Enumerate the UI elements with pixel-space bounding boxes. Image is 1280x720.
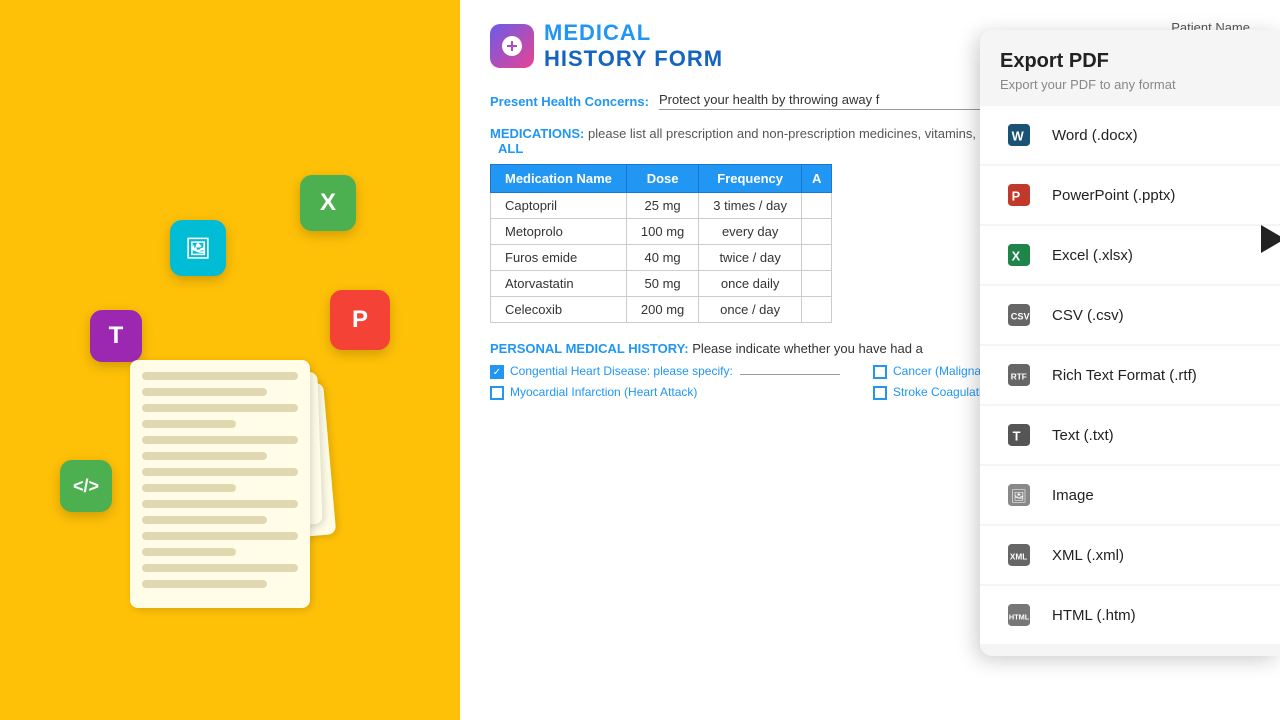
export-label-excel: Excel (.xlsx) xyxy=(1052,247,1133,264)
svg-text:W: W xyxy=(1012,129,1025,144)
form-title-top: MEDICAL xyxy=(544,20,723,46)
table-row: Metoprolo100 mgevery day xyxy=(491,219,832,245)
export-label-xml: XML (.xml) xyxy=(1052,547,1124,564)
pmh-checkbox[interactable] xyxy=(490,386,504,400)
form-title: MEDICAL HISTORY FORM xyxy=(544,20,723,72)
image-float-icon: 🖼 xyxy=(170,220,226,276)
medications-table: Medication Name Dose Frequency A Captopr… xyxy=(490,164,832,323)
form-title-bottom: HISTORY FORM xyxy=(544,46,723,72)
svg-text:P: P xyxy=(1012,189,1021,204)
svg-text:X: X xyxy=(1012,249,1021,264)
export-icon-image: 🖼 xyxy=(1000,476,1038,514)
cursor-arrow xyxy=(1261,225,1280,253)
export-item-csv[interactable]: CSV CSV (.csv) xyxy=(980,286,1280,344)
document-stack xyxy=(130,360,330,660)
export-label-image: Image xyxy=(1052,487,1094,504)
export-icon-powerpoint: P xyxy=(1000,176,1038,214)
export-list: W Word (.docx) P PowerPoint (.pptx) X Excel (… xyxy=(980,106,1280,644)
export-item-text[interactable]: T Text (.txt) xyxy=(980,406,1280,464)
svg-text:HTML: HTML xyxy=(1009,613,1030,622)
pmh-checkbox[interactable]: ✓ xyxy=(490,365,504,379)
code-icon: </> xyxy=(60,460,112,512)
export-item-rtf[interactable]: RTF Rich Text Format (.rtf) xyxy=(980,346,1280,404)
form-title-group: MEDICAL HISTORY FORM xyxy=(490,20,723,72)
col-frequency: Frequency xyxy=(699,165,802,193)
pmh-checkbox[interactable] xyxy=(873,386,887,400)
export-label-csv: CSV (.csv) xyxy=(1052,307,1124,324)
pmh-checkbox[interactable] xyxy=(873,365,887,379)
left-background: T </> W P X 🖼 xyxy=(0,0,460,720)
export-subtitle: Export your PDF to any format xyxy=(980,77,1280,92)
export-item-html[interactable]: HTML HTML (.htm) xyxy=(980,586,1280,644)
svg-text:CSV: CSV xyxy=(1011,312,1030,322)
pmh-item: Myocardial Infarction (Heart Attack) xyxy=(490,385,867,400)
table-row: Atorvastatin50 mgonce daily xyxy=(491,271,832,297)
export-dropdown[interactable]: Export PDF Export your PDF to any format… xyxy=(980,30,1280,656)
export-icon-text: T xyxy=(1000,416,1038,454)
export-icon-word: W xyxy=(1000,116,1038,154)
table-row: Captopril25 mg3 times / day xyxy=(491,193,832,219)
export-icon-csv: CSV xyxy=(1000,296,1038,334)
export-label-powerpoint: PowerPoint (.pptx) xyxy=(1052,187,1175,204)
svg-text:🖼: 🖼 xyxy=(1011,489,1027,504)
svg-text:RTF: RTF xyxy=(1011,373,1027,382)
col-dose: Dose xyxy=(626,165,698,193)
svg-text:T: T xyxy=(1013,429,1021,444)
export-title: Export PDF xyxy=(980,50,1280,73)
t-icon: T xyxy=(90,310,142,362)
table-row: Furos emide40 mgtwice / day xyxy=(491,245,832,271)
export-icon-rtf: RTF xyxy=(1000,356,1038,394)
export-item-word[interactable]: W Word (.docx) xyxy=(980,106,1280,164)
pmh-text: Congential Heart Disease: please specify… xyxy=(510,364,840,378)
app-icon xyxy=(490,24,534,68)
excel-float-icon: X xyxy=(300,175,356,231)
table-row: Celecoxib200 mgonce / day xyxy=(491,297,832,323)
export-icon-html: HTML xyxy=(1000,596,1038,634)
export-item-image[interactable]: 🖼 Image xyxy=(980,466,1280,524)
svg-text:XML: XML xyxy=(1010,553,1027,562)
export-item-excel[interactable]: X Excel (.xlsx) xyxy=(980,226,1280,284)
export-label-html: HTML (.htm) xyxy=(1052,607,1136,624)
export-item-powerpoint[interactable]: P PowerPoint (.pptx) xyxy=(980,166,1280,224)
present-health-label: Present Health Concerns: xyxy=(490,94,649,109)
ppt-float-icon: P xyxy=(330,290,390,350)
export-label-word: Word (.docx) xyxy=(1052,127,1138,144)
pmh-item: ✓ Congential Heart Disease: please specif… xyxy=(490,364,867,379)
col-extra: A xyxy=(802,165,832,193)
export-item-xml[interactable]: XML XML (.xml) xyxy=(980,526,1280,584)
pmh-text: Myocardial Infarction (Heart Attack) xyxy=(510,385,697,399)
col-medication-name: Medication Name xyxy=(491,165,627,193)
export-label-text: Text (.txt) xyxy=(1052,427,1114,444)
export-label-rtf: Rich Text Format (.rtf) xyxy=(1052,367,1197,384)
export-icon-excel: X xyxy=(1000,236,1038,274)
export-icon-xml: XML xyxy=(1000,536,1038,574)
main-content: MEDICAL HISTORY FORM Patient Name Signat… xyxy=(460,0,1280,720)
all-label: ALL xyxy=(498,141,523,156)
